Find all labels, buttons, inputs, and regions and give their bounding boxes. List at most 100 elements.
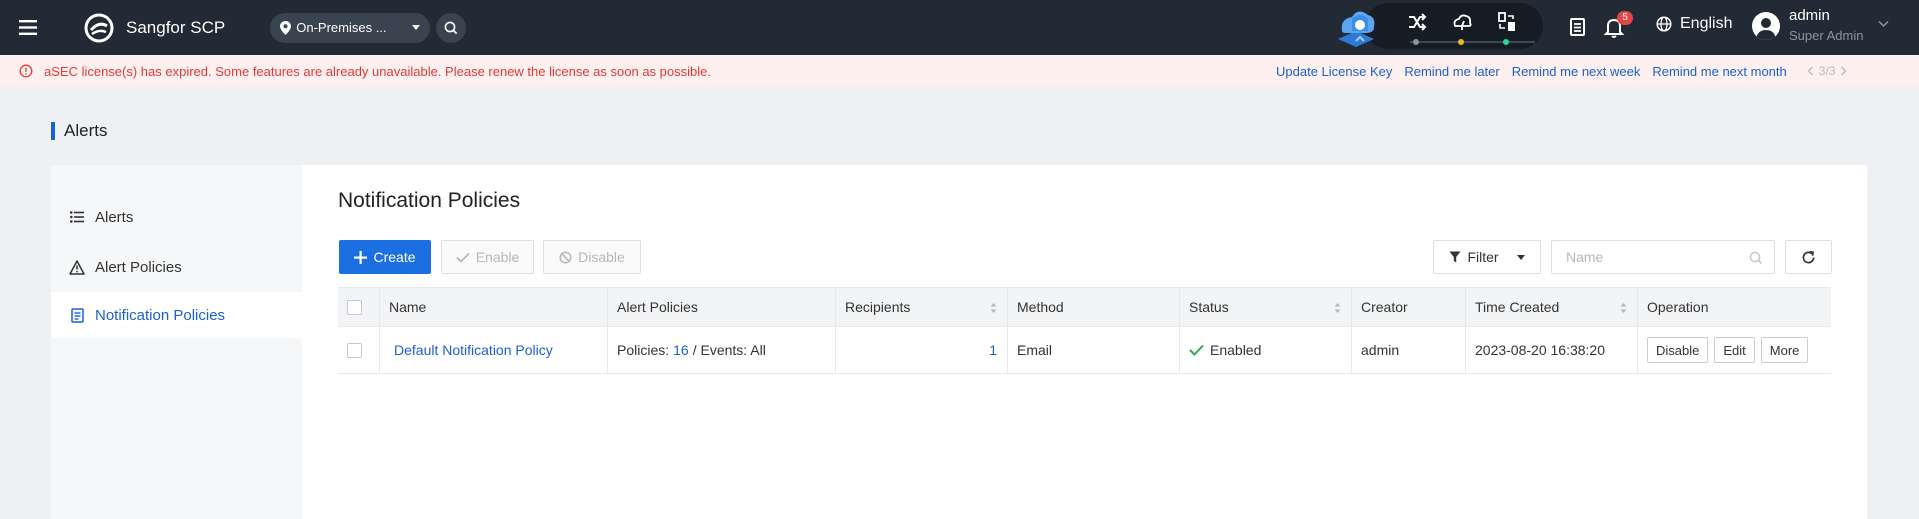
policy-name-link[interactable]: Default Notification Policy: [394, 342, 553, 358]
sidebar-item-notification-policies[interactable]: Notification Policies: [51, 292, 302, 338]
enable-button[interactable]: Enable: [441, 240, 534, 274]
select-all-cell: [338, 288, 380, 326]
status-label: Enabled: [1210, 342, 1262, 358]
plus-icon: [354, 250, 368, 264]
page-title: Alerts: [51, 122, 107, 140]
app-logo[interactable]: Sangfor SCP: [84, 13, 225, 43]
col-alert-policies: Alert Policies: [608, 288, 836, 326]
banner-pager: 3/3: [1807, 64, 1848, 78]
block-icon: [559, 250, 572, 264]
create-button-label: Create: [373, 249, 416, 265]
table-header: Name Alert Policies Recipients Method St…: [338, 287, 1831, 327]
chevron-left-icon[interactable]: [1807, 66, 1814, 76]
info-circle-icon: [19, 64, 33, 78]
col-operation: Operation: [1647, 299, 1709, 315]
warning-triangle-icon: [69, 259, 85, 275]
disable-button-label: Disable: [578, 249, 625, 265]
search-icon[interactable]: [1749, 251, 1763, 265]
row-operation-cell: Disable Edit More: [1638, 327, 1831, 373]
sidebar-item-alert-policies[interactable]: Alert Policies: [51, 244, 302, 290]
col-status-label: Status: [1189, 299, 1229, 315]
chevron-right-icon[interactable]: [1840, 66, 1847, 76]
col-time-created-label: Time Created: [1475, 299, 1560, 315]
user-name: admin: [1789, 7, 1830, 24]
row-creator-cell: admin: [1352, 327, 1466, 373]
language-selector[interactable]: English: [1656, 15, 1732, 33]
select-all-checkbox[interactable]: [347, 299, 362, 315]
update-license-key-link[interactable]: Update License Key: [1276, 64, 1392, 79]
sidebar-item-alerts[interactable]: Alerts: [51, 194, 302, 240]
row-time-created-cell: 2023-08-20 16:38:20: [1466, 327, 1638, 373]
row-status-cell: Enabled: [1180, 327, 1352, 373]
top-nav-bar: Sangfor SCP On-Premises ... 5 English ad…: [0, 0, 1919, 55]
filter-button[interactable]: Filter: [1433, 240, 1541, 274]
remind-next-week-link[interactable]: Remind me next week: [1512, 64, 1641, 79]
remind-next-month-link[interactable]: Remind me next month: [1652, 64, 1786, 79]
menu-icon[interactable]: [0, 0, 56, 55]
sangfor-logo-icon: [84, 13, 114, 42]
row-method-cell: Email: [1008, 327, 1180, 373]
language-label: English: [1680, 15, 1733, 32]
col-recipients-label: Recipients: [845, 299, 911, 315]
globe-icon: [1656, 16, 1672, 32]
license-banner: aSEC license(s) has expired. Some featur…: [0, 55, 1919, 87]
banner-message: aSEC license(s) has expired. Some featur…: [44, 63, 711, 79]
document-icon: [69, 307, 85, 323]
row-checkbox[interactable]: [347, 342, 362, 358]
sidebar-item-label: Notification Policies: [95, 306, 226, 324]
col-recipients[interactable]: Recipients: [836, 288, 1008, 326]
status-track: [1410, 41, 1535, 43]
sort-icon[interactable]: [1334, 302, 1341, 314]
refresh-button[interactable]: [1785, 240, 1832, 274]
status-widget[interactable]: [1330, 3, 1543, 51]
col-method: Method: [1008, 288, 1180, 326]
row-name-cell: Default Notification Policy: [380, 327, 608, 373]
avatar: [1752, 12, 1780, 40]
col-creator: Creator: [1352, 288, 1466, 326]
sort-icon[interactable]: [990, 302, 997, 314]
policies-count-link[interactable]: 16: [673, 342, 689, 358]
sort-icon[interactable]: [1620, 302, 1627, 314]
remind-later-link[interactable]: Remind me later: [1404, 64, 1499, 79]
row-edit-button[interactable]: Edit: [1714, 337, 1755, 363]
sidebar: Alerts Alert Policies Notification Polic…: [51, 165, 302, 519]
row-recipients-cell: 1: [836, 327, 1008, 373]
user-icon: [1756, 18, 1776, 40]
disable-button[interactable]: Disable: [543, 240, 641, 274]
sidebar-item-label: Alert Policies: [95, 258, 182, 276]
notification-badge: 5: [1617, 11, 1633, 25]
location-label: On-Premises ...: [296, 20, 387, 35]
refresh-icon: [1802, 250, 1815, 263]
col-time-created[interactable]: Time Created: [1466, 288, 1638, 326]
status-dot-grey: [1413, 39, 1419, 45]
cloud-security-icon: [1338, 11, 1375, 47]
main-panel: Notification Policies Create Enable Disa…: [302, 165, 1867, 519]
status-dot-green: [1503, 39, 1509, 45]
col-name: Name: [380, 288, 608, 326]
location-selector[interactable]: On-Premises ...: [270, 12, 431, 43]
row-more-button[interactable]: More: [1760, 337, 1809, 363]
search-icon: [444, 21, 458, 34]
tasks-icon[interactable]: [1565, 15, 1589, 39]
chevron-down-icon: [412, 25, 421, 30]
cloud-gauge-icon[interactable]: [1451, 11, 1473, 33]
filter-button-label: Filter: [1467, 249, 1499, 265]
check-icon: [456, 252, 470, 263]
recipients-count-link[interactable]: 1: [989, 342, 997, 358]
chevron-down-icon[interactable]: [1878, 20, 1889, 28]
col-status[interactable]: Status: [1180, 288, 1352, 326]
list-icon: [69, 209, 85, 225]
create-button[interactable]: Create: [339, 240, 431, 274]
location-pin-icon: [280, 20, 292, 35]
shuffle-icon[interactable]: [1406, 11, 1428, 33]
banner-page-indicator: 3/3: [1818, 64, 1836, 78]
user-menu[interactable]: admin Super Admin: [1752, 6, 1863, 46]
user-role: Super Admin: [1789, 28, 1864, 43]
row-disable-button[interactable]: Disable: [1647, 337, 1709, 363]
device-transfer-icon[interactable]: [1496, 11, 1518, 33]
check-icon: [1189, 344, 1204, 356]
policies-prefix: Policies:: [617, 342, 670, 358]
global-search-button[interactable]: [436, 12, 467, 43]
name-search-input[interactable]: [1551, 240, 1775, 274]
notification-policies-table: Name Alert Policies Recipients Method St…: [338, 287, 1831, 374]
